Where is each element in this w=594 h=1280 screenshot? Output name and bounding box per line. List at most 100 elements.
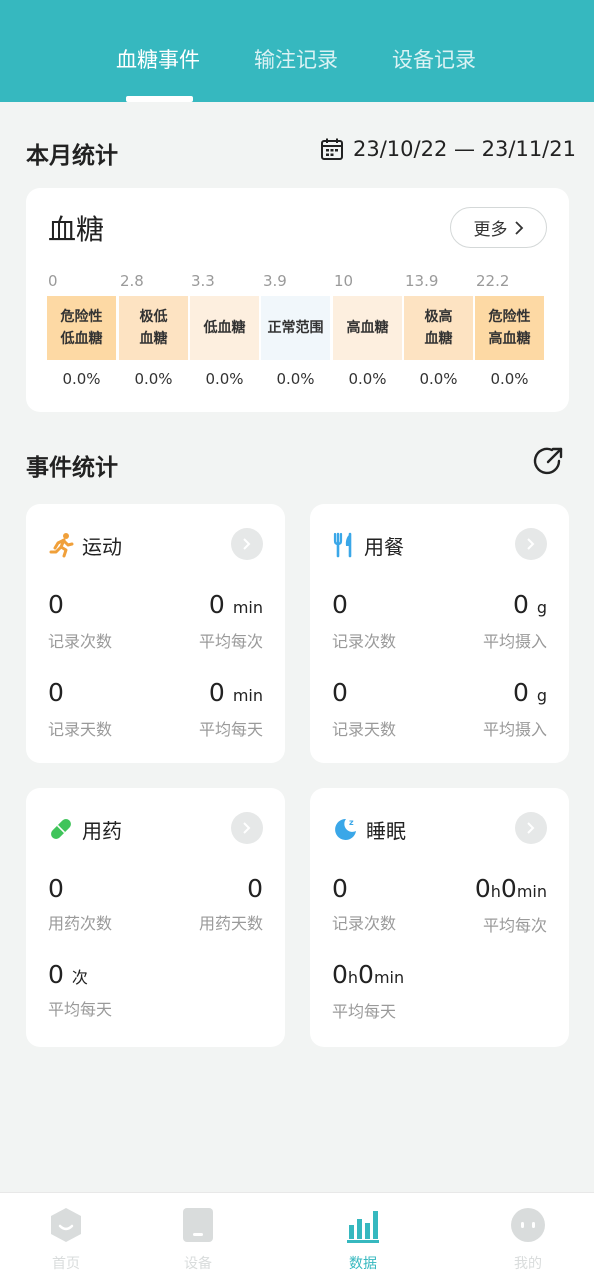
sleep-avg-each: 0h0min [474, 874, 547, 903]
glucose-range-bar: 危险性 低血糖 极低 血糖 低血糖 正常范围 高血糖 极高 血糖 危险性 高血糖 [47, 296, 547, 360]
meal-title: 用餐 [364, 534, 404, 559]
medicine-title: 用药 [82, 818, 122, 843]
sleep-count-label: 记录次数 [332, 914, 397, 933]
exercise-days: 0 [48, 678, 64, 707]
profile-icon [511, 1208, 545, 1242]
monthly-stats-title: 本月统计 [26, 143, 118, 169]
bar-chart-icon [347, 1211, 379, 1243]
more-button-label: 更多 [473, 220, 508, 240]
date-range-picker[interactable]: 23/10/22 — 23/11/21 [320, 134, 576, 164]
tick-label: 22.2 [476, 272, 510, 290]
medicine-count-label: 用药次数 [48, 914, 113, 933]
range-percentage: 0.0% [134, 370, 173, 388]
nav-data-label: 数据 [349, 1256, 377, 1272]
tick-label: 3.3 [191, 272, 215, 290]
range-percentage: 0.0% [419, 370, 458, 388]
nav-device[interactable]: 设备 [148, 1207, 248, 1273]
nav-profile[interactable]: 我的 [478, 1207, 578, 1273]
tab-glucose-events[interactable]: 血糖事件 [116, 44, 200, 74]
exercise-card[interactable]: 运动 0 记录次数 0 min 平均每次 0 记录天数 0 min 平均每天 [26, 504, 285, 763]
exercise-count-label: 记录次数 [48, 632, 113, 651]
medicine-avg-day-label: 平均每天 [48, 1000, 113, 1019]
range-very-low: 极低 血糖 [119, 296, 188, 360]
meal-detail-button[interactable] [515, 528, 547, 560]
exercise-title: 运动 [82, 534, 122, 559]
nav-profile-label: 我的 [514, 1256, 542, 1272]
top-header: 血糖事件 输注记录 设备记录 [0, 0, 594, 102]
meal-card[interactable]: 用餐 0 记录次数 0g 平均摄入 0 记录天数 0g 平均摄入 [310, 504, 569, 763]
calendar-icon [321, 138, 343, 160]
exercise-avg-day: 0 min [208, 678, 263, 707]
moon-icon: z [335, 818, 356, 840]
running-icon [49, 533, 74, 558]
exercise-avg-each: 0 min [208, 590, 263, 619]
exercise-avg-day-label: 平均每天 [198, 720, 263, 739]
medicine-count: 0 [48, 874, 64, 903]
sleep-avg-each-label: 平均每次 [482, 916, 547, 935]
medicine-days: 0 [247, 874, 263, 903]
range-very-high: 极高 血糖 [404, 296, 473, 360]
sleep-detail-button[interactable] [515, 812, 547, 844]
nav-data[interactable]: 数据 [313, 1207, 413, 1273]
tick-label: 3.9 [263, 272, 287, 290]
sleep-avg-day-label: 平均每天 [332, 1002, 397, 1021]
meal-count: 0 [332, 590, 348, 619]
more-button[interactable]: 更多 [450, 207, 547, 248]
tab-device-records[interactable]: 设备记录 [392, 44, 476, 74]
meal-intake-2: 0g [512, 678, 547, 707]
share-icon[interactable] [532, 444, 566, 478]
range-danger-low: 危险性 低血糖 [47, 296, 116, 360]
exercise-avg-each-label: 平均每次 [198, 632, 263, 651]
range-percentage: 0.0% [62, 370, 101, 388]
tick-label: 13.9 [405, 272, 439, 290]
sleep-avg-day: 0h0min [332, 960, 405, 989]
glucose-card-title: 血糖 [48, 213, 105, 246]
bottom-navigation: 首页 设备 数据 我的 [0, 1192, 594, 1280]
range-percentage: 0.0% [490, 370, 529, 388]
medicine-days-label: 用药天数 [198, 914, 263, 933]
exercise-detail-button[interactable] [231, 528, 263, 560]
range-percentage: 0.0% [276, 370, 315, 388]
chevron-right-icon [243, 538, 251, 550]
glucose-percentages: 0.0% 0.0% 0.0% 0.0% 0.0% 0.0% 0.0% [47, 370, 547, 390]
range-percentage: 0.0% [348, 370, 387, 388]
range-high: 高血糖 [333, 296, 402, 360]
chevron-right-icon [527, 822, 535, 834]
range-low: 低血糖 [190, 296, 259, 360]
svg-text:z: z [349, 818, 354, 827]
sleep-title: 睡眠 [366, 818, 406, 843]
exercise-count: 0 [48, 590, 64, 619]
active-tab-indicator [126, 96, 193, 102]
chevron-right-icon [243, 822, 251, 834]
exercise-days-label: 记录天数 [48, 720, 113, 739]
event-stats-title: 事件统计 [26, 455, 118, 481]
medicine-avg-day: 0次 [48, 960, 88, 989]
nav-device-label: 设备 [184, 1256, 212, 1272]
meal-intake-1-label: 平均摄入 [482, 632, 547, 651]
chevron-right-icon [527, 538, 535, 550]
nav-home-label: 首页 [52, 1256, 80, 1272]
tick-label: 2.8 [120, 272, 144, 290]
nav-home[interactable]: 首页 [16, 1207, 116, 1273]
meal-days-label: 记录天数 [332, 720, 397, 739]
tab-infusion-records[interactable]: 输注记录 [254, 44, 338, 74]
glucose-ticks: 0 2.8 3.3 3.9 10 13.9 22.2 [48, 272, 548, 292]
home-icon [51, 1208, 81, 1242]
tick-label: 0 [48, 272, 58, 290]
sleep-card[interactable]: z 睡眠 0 记录次数 0h0min 平均每次 0h0min 平均每天 [310, 788, 569, 1047]
meal-count-label: 记录次数 [332, 632, 397, 651]
range-percentage: 0.0% [205, 370, 244, 388]
medicine-detail-button[interactable] [231, 812, 263, 844]
meal-intake-1: 0g [512, 590, 547, 619]
chevron-right-icon [514, 220, 523, 235]
medicine-card[interactable]: 用药 0 用药次数 0 用药天数 0次 平均每天 [26, 788, 285, 1047]
range-normal: 正常范围 [261, 296, 330, 360]
utensils-icon [333, 532, 352, 558]
sleep-count: 0 [332, 874, 348, 903]
meal-days: 0 [332, 678, 348, 707]
range-danger-high: 危险性 高血糖 [475, 296, 544, 360]
tick-label: 10 [334, 272, 354, 290]
device-icon [183, 1208, 213, 1242]
glucose-card: 血糖 更多 0 2.8 3.3 3.9 10 13.9 22.2 危险性 低血糖 … [26, 188, 569, 412]
meal-intake-2-label: 平均摄入 [482, 720, 547, 739]
